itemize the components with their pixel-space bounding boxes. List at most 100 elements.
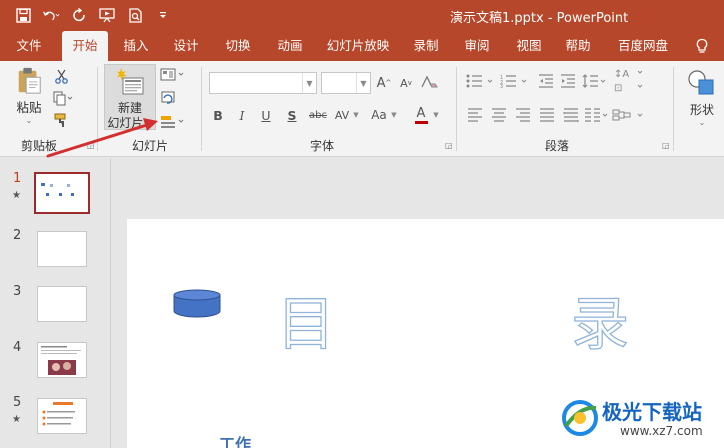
slide-thumbnail-1[interactable]: [34, 172, 90, 214]
clipboard-icon: [18, 67, 41, 94]
chevron-down-icon: ▼: [356, 73, 370, 93]
italic-button[interactable]: I: [233, 105, 251, 125]
slide-thumbnail-5[interactable]: [37, 398, 87, 434]
paragraph-group-label: 段落: [545, 139, 570, 153]
work-heading-1[interactable]: 工作: [219, 431, 251, 448]
shapes-icon: [688, 70, 714, 95]
bold-button[interactable]: B: [209, 105, 227, 125]
cut-icon[interactable]: [52, 67, 70, 85]
numbered-list-icon: 123: [500, 75, 527, 88]
chevron-down-icon: ▼: [302, 73, 316, 93]
clipboard-group-label: 剪贴板: [21, 139, 58, 153]
format-painter-icon[interactable]: [52, 111, 70, 129]
slide-thumbnail-2[interactable]: [37, 231, 87, 267]
title-bar: 演示文稿1.pptx - PowerPoint: [0, 0, 724, 31]
shapes-button[interactable]: 形状 ⌄: [684, 66, 720, 130]
text-shadow-button[interactable]: S: [283, 105, 301, 125]
columns-icon[interactable]: [584, 105, 610, 125]
separator: [97, 67, 98, 151]
align-center-icon[interactable]: [490, 105, 508, 125]
document-title: 演示文稿1.pptx - PowerPoint: [450, 11, 629, 26]
justify-icon[interactable]: [538, 105, 556, 125]
tab-file[interactable]: 文件: [6, 31, 52, 61]
tab-record[interactable]: 录制: [406, 31, 446, 61]
change-case-button[interactable]: Aa: [368, 105, 390, 125]
cylinder-shape[interactable]: [173, 289, 223, 319]
layout-icon[interactable]: [160, 66, 186, 84]
tab-view[interactable]: 视图: [509, 31, 549, 61]
font-name-select[interactable]: ▼: [209, 72, 317, 94]
increase-font-size-button[interactable]: A ^: [376, 73, 392, 93]
tab-review[interactable]: 审阅: [457, 31, 497, 61]
tab-help[interactable]: 帮助: [558, 31, 598, 61]
svg-text:3: 3: [500, 84, 503, 88]
font-launcher-icon[interactable]: ◲: [445, 141, 454, 150]
svg-text:⊡: ⊡: [614, 83, 622, 93]
ribbon-home: 粘贴 ⌄ 剪贴板 ◲ 新建 幻灯片 ⌄ 幻灯片 ▼ ▼ A ^ A v B I …: [0, 61, 724, 157]
clipboard-launcher-icon[interactable]: ◲: [87, 141, 96, 150]
clear-formatting-button[interactable]: [420, 73, 438, 93]
chevron-down-icon[interactable]: ▼: [390, 105, 398, 125]
decrease-indent-icon[interactable]: [536, 71, 556, 91]
redo-icon[interactable]: [70, 6, 88, 24]
tab-home[interactable]: 开始: [62, 31, 108, 61]
tab-baidu-netdisk[interactable]: 百度网盘: [612, 31, 674, 61]
animation-star-icon: ★: [12, 190, 21, 201]
font-color-swatch: [414, 121, 428, 124]
title-char-lu[interactable]: 录: [570, 294, 629, 353]
customize-toolbar-icon[interactable]: [154, 6, 172, 24]
new-slide-button[interactable]: 新建 幻灯片 ⌄: [104, 64, 156, 130]
strikethrough-button[interactable]: abc: [306, 105, 330, 125]
slide-thumbnail-4[interactable]: [37, 342, 87, 378]
start-from-beginning-icon[interactable]: [98, 6, 116, 24]
align-left-icon[interactable]: [466, 105, 484, 125]
numbering-button[interactable]: 123: [500, 71, 530, 91]
character-spacing-button[interactable]: AV: [332, 105, 352, 125]
watermark-url: www.xz7.com: [620, 424, 703, 438]
title-char-mu[interactable]: 目: [276, 294, 335, 353]
chevron-down-icon[interactable]: ▼: [432, 105, 440, 125]
separator: [456, 67, 457, 151]
chevron-down-icon: ⌄: [143, 120, 153, 129]
paragraph-launcher-icon[interactable]: ◲: [662, 141, 671, 150]
tab-animations[interactable]: 动画: [270, 31, 310, 61]
separator: [673, 67, 674, 151]
tab-slideshow[interactable]: 幻灯片放映: [320, 31, 396, 61]
slide-1-preview: [41, 183, 74, 196]
copy-icon[interactable]: [52, 89, 74, 107]
font-size-select[interactable]: ▼: [321, 72, 371, 94]
underline-button[interactable]: U: [257, 105, 275, 125]
work-heading-3[interactable]: 工作: [511, 443, 543, 448]
smartart-icon[interactable]: [612, 105, 648, 125]
increase-indent-icon[interactable]: [558, 71, 578, 91]
chevron-down-icon[interactable]: ▼: [352, 105, 360, 125]
slide-5-preview: [42, 402, 75, 426]
slide-thumbnails-panel[interactable]: 1 ★ 2 3 4 5 ★: [0, 158, 111, 448]
font-group-label: 字体: [310, 139, 335, 153]
svg-text:↕A: ↕A: [614, 69, 629, 80]
distributed-icon[interactable]: [562, 105, 580, 125]
tab-design[interactable]: 设计: [166, 31, 206, 61]
text-direction-icon[interactable]: ↕A ⊡: [612, 67, 648, 93]
section-icon[interactable]: [160, 112, 186, 130]
align-right-icon[interactable]: [514, 105, 532, 125]
slide-number: 2: [13, 228, 22, 243]
decrease-font-size-button[interactable]: Av: [398, 73, 414, 93]
tab-transitions[interactable]: 切换: [218, 31, 258, 61]
separator: [201, 67, 202, 151]
line-spacing-icon[interactable]: [582, 71, 608, 91]
watermark-text: 极光下载站: [602, 400, 702, 424]
bullets-button[interactable]: [466, 71, 496, 91]
undo-icon[interactable]: [42, 6, 60, 24]
reset-icon[interactable]: [160, 89, 178, 107]
save-icon[interactable]: [14, 6, 32, 24]
slides-group-label: 幻灯片: [132, 139, 169, 153]
lightbulb-icon[interactable]: [694, 38, 710, 54]
slide-thumbnail-3[interactable]: [37, 286, 87, 322]
work-heading-2[interactable]: 工作: [325, 443, 357, 448]
shapes-label: 形状: [689, 103, 714, 117]
tab-insert[interactable]: 插入: [116, 31, 156, 61]
print-preview-icon[interactable]: [126, 6, 144, 24]
paste-button[interactable]: 粘贴 ⌄: [12, 67, 46, 125]
font-color-button[interactable]: A: [412, 105, 430, 125]
